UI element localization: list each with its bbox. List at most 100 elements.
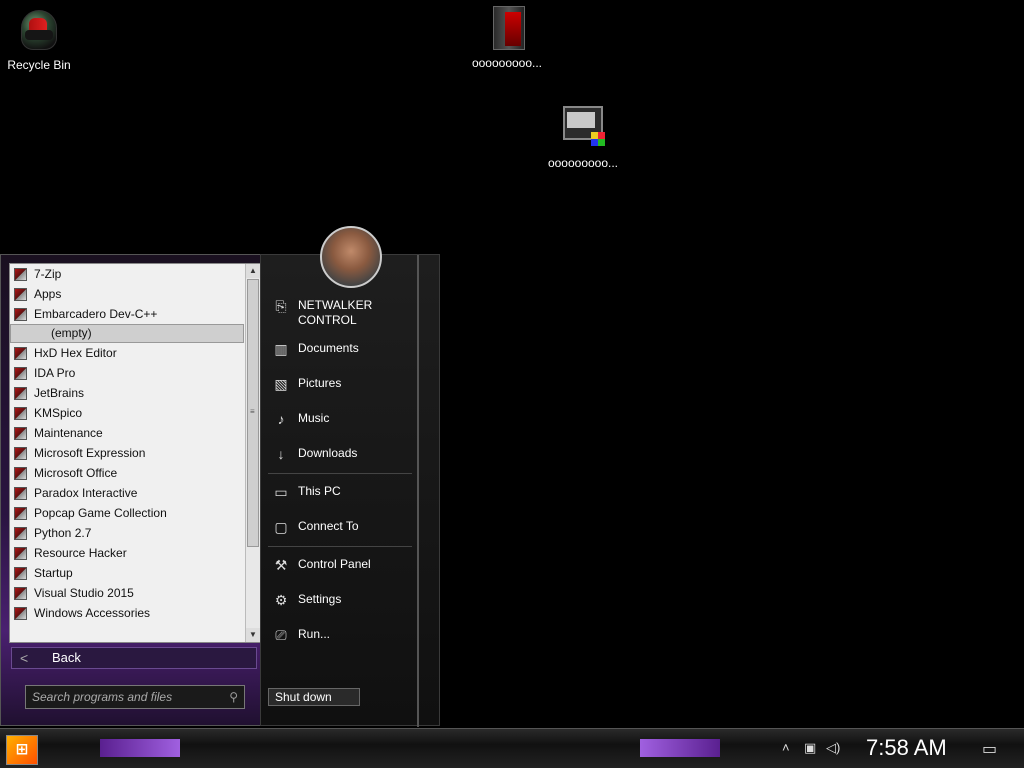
- folder-icon: [14, 607, 27, 620]
- menu-item-settings[interactable]: ⚙ Settings: [270, 592, 420, 608]
- program-list-item[interactable]: Embarcadero Dev-C++: [10, 304, 260, 324]
- menu-item-label: Pictures: [298, 376, 342, 390]
- menu-item-user[interactable]: ⎘ NETWALKER CONTROL: [270, 298, 420, 328]
- folder-icon: [14, 347, 27, 360]
- program-list-item-label: Maintenance: [34, 426, 103, 440]
- start-button[interactable]: ⊞: [6, 735, 38, 765]
- taskbar: ⊞ ˄ ▣ ◁) 7:58 AM ▭: [0, 728, 1024, 768]
- wrench-icon: ⚒: [274, 557, 288, 573]
- search-placeholder: Search programs and files: [32, 690, 173, 704]
- menu-item-control-panel[interactable]: ⚒ Control Panel: [270, 557, 420, 573]
- monitor-icon: ▢: [274, 519, 288, 535]
- divider: [268, 546, 412, 547]
- program-list-item-label: Microsoft Expression: [34, 446, 146, 460]
- program-list-item[interactable]: Startup: [10, 563, 260, 583]
- program-list-item[interactable]: Windows Accessories: [10, 603, 260, 623]
- desktop-icon-label: ooooooooo...: [547, 156, 619, 170]
- program-list-item[interactable]: KMSpico: [10, 403, 260, 423]
- menu-item-documents[interactable]: ▥ Documents: [270, 341, 420, 357]
- program-list-item-label: Apps: [34, 287, 62, 301]
- taskbar-glow-left: [100, 739, 180, 757]
- start-menu-left-pane: 7-Zip Apps Embarcadero Dev-C++ (empty) HxD H…: [0, 254, 262, 726]
- scroll-down-icon[interactable]: ▼: [246, 628, 260, 642]
- program-list-item-label: Windows Accessories: [34, 606, 151, 620]
- monitor-icon: [561, 106, 605, 152]
- shutdown-label: Shut down: [275, 690, 332, 704]
- folder-icon: [14, 427, 27, 440]
- user-avatar[interactable]: [320, 226, 382, 288]
- folder-icon: [14, 407, 27, 420]
- volume-icon[interactable]: ◁): [826, 740, 840, 756]
- program-list-item-label: Microsoft Office: [34, 466, 118, 480]
- taskbar-glow-right: [640, 739, 720, 757]
- back-button[interactable]: < Back: [11, 647, 257, 669]
- menu-item-downloads[interactable]: ↓ Downloads: [270, 446, 420, 462]
- menu-item-music[interactable]: ♪ Music: [270, 411, 420, 427]
- run-icon: ⎚: [275, 627, 287, 643]
- program-list-item-label: Visual Studio 2015: [34, 586, 134, 600]
- folder-icon: [14, 367, 27, 380]
- chevron-left-icon: <: [20, 650, 29, 666]
- program-list-item[interactable]: Maintenance: [10, 423, 260, 443]
- menu-item-this-pc[interactable]: ▭ This PC: [270, 484, 420, 500]
- program-list-item-label: KMSpico: [34, 406, 83, 420]
- chevron-up-icon[interactable]: ˄: [782, 740, 790, 755]
- program-list-item-label: IDA Pro: [34, 366, 76, 380]
- program-list-item[interactable]: JetBrains: [10, 383, 260, 403]
- action-center-icon[interactable]: ▭: [982, 739, 997, 759]
- gear-icon: ⚙: [274, 592, 288, 608]
- program-list-item[interactable]: Popcap Game Collection: [10, 503, 260, 523]
- network-icon[interactable]: ▣: [804, 740, 816, 756]
- laptop-icon: ▭: [274, 484, 288, 500]
- folder-icon: [14, 587, 27, 600]
- folder-icon: [14, 547, 27, 560]
- program-list-item[interactable]: Python 2.7: [10, 523, 260, 543]
- shutdown-button[interactable]: Shut down: [268, 688, 360, 706]
- folder-icon: [14, 527, 27, 540]
- program-list-item[interactable]: Visual Studio 2015: [10, 583, 260, 603]
- menu-item-run[interactable]: ⎚ Run...: [270, 627, 420, 643]
- desktop-icon-label: Recycle Bin: [7, 58, 71, 72]
- program-list-item[interactable]: IDA Pro: [10, 363, 260, 383]
- computer-tower-icon: [487, 6, 527, 52]
- menu-item-label: Run...: [298, 627, 331, 641]
- menu-item-pictures[interactable]: ▧ Pictures: [270, 376, 420, 392]
- start-menu: 7-Zip Apps Embarcadero Dev-C++ (empty) HxD H…: [0, 226, 440, 727]
- folder-icon: [14, 387, 27, 400]
- program-list-item-label: Popcap Game Collection: [34, 506, 167, 520]
- scroll-thumb[interactable]: ≡: [247, 279, 259, 547]
- program-list-item-label: Embarcadero Dev-C++: [34, 307, 158, 321]
- user-search-icon: ⎘: [275, 298, 287, 314]
- folder-icon: [14, 268, 27, 281]
- menu-item-label: Documents: [298, 341, 359, 355]
- desktop-icon-computer[interactable]: ooooooooo...: [462, 6, 552, 70]
- search-input[interactable]: Search programs and files ⚲: [25, 685, 245, 709]
- program-list: 7-Zip Apps Embarcadero Dev-C++ (empty) HxD H…: [9, 263, 261, 643]
- folder-icon: [14, 447, 27, 460]
- desktop-icon-recycle-bin[interactable]: Recycle Bin: [0, 8, 84, 72]
- program-list-item[interactable]: (empty): [10, 324, 244, 343]
- menu-item-label: Downloads: [298, 446, 358, 460]
- program-list-item[interactable]: Microsoft Expression: [10, 443, 260, 463]
- menu-item-label: Music: [298, 411, 330, 425]
- program-list-scrollbar[interactable]: ▲ ≡ ▼: [245, 264, 260, 642]
- program-list-item[interactable]: Paradox Interactive: [10, 483, 260, 503]
- program-list-item-label: Resource Hacker: [34, 546, 127, 560]
- menu-item-label: Connect To: [298, 519, 359, 533]
- program-list-item[interactable]: Apps: [10, 284, 260, 304]
- program-list-item[interactable]: HxD Hex Editor: [10, 343, 260, 363]
- program-list-item[interactable]: Microsoft Office: [10, 463, 260, 483]
- picture-icon: ▧: [274, 376, 288, 392]
- scroll-up-icon[interactable]: ▲: [246, 264, 260, 278]
- program-list-item-label: Paradox Interactive: [34, 486, 138, 500]
- clock[interactable]: 7:58 AM: [866, 735, 947, 761]
- program-list-item-label: 7-Zip: [34, 267, 62, 281]
- divider: [268, 473, 412, 474]
- program-list-item[interactable]: Resource Hacker: [10, 543, 260, 563]
- folder-icon: [14, 567, 27, 580]
- menu-item-label: Control Panel: [298, 557, 371, 571]
- recycle-bin-icon: [19, 8, 59, 54]
- menu-item-connect-to[interactable]: ▢ Connect To: [270, 519, 420, 535]
- desktop-icon-control[interactable]: ooooooooo...: [538, 106, 628, 170]
- program-list-item[interactable]: 7-Zip: [10, 264, 260, 284]
